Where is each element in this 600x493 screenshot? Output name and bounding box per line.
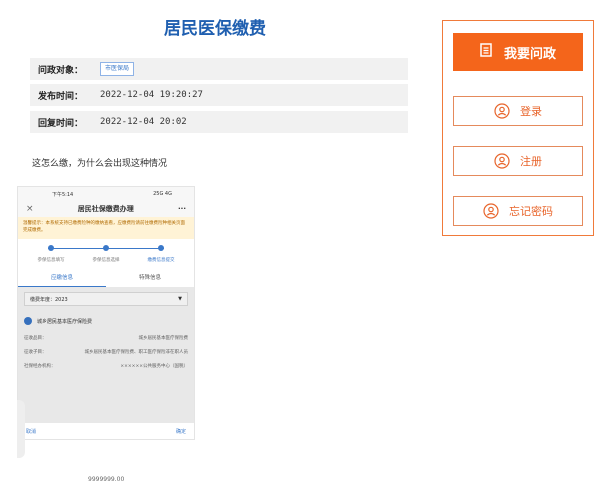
- phone-tab-special: 特殊信息: [138, 275, 161, 281]
- phone-kv-value: ××××××公共服务中心（国税）: [120, 364, 188, 369]
- chevron-down-icon: ▼: [178, 296, 182, 302]
- step-label-1: 参保信息填写: [37, 258, 65, 263]
- phone-kv-row: 征收品目： 城乡居民基本医疗保险费: [18, 331, 194, 345]
- step-label-2: 参保信息选择: [92, 258, 120, 263]
- user-panel: 我要问政 登录 注册 忘记密码: [442, 20, 594, 236]
- more-icon: ···: [178, 205, 186, 213]
- phone-status-time: 下午5:14: [52, 191, 74, 198]
- phone-year-label: 缴费年度：2023: [30, 296, 68, 303]
- ask-question-label: 我要问政: [503, 46, 556, 62]
- phone-nav-title: 居民社保缴费办理: [77, 205, 134, 213]
- amount-text: 9999999.00: [88, 476, 125, 483]
- info-row-target: 问政对象： 市医保局: [30, 58, 408, 80]
- phone-status-bar: 下午5:14 25G 4G: [18, 187, 194, 201]
- login-button[interactable]: 登录: [453, 96, 583, 126]
- phone-cancel: 取消: [26, 428, 37, 435]
- question-text: 这怎么缴，为什么会出现这种情况: [32, 159, 168, 169]
- user-icon: [483, 203, 499, 219]
- replied-label: 回复时间：: [38, 118, 84, 129]
- side-tab-handle[interactable]: [17, 400, 25, 458]
- target-label: 问政对象：: [38, 65, 84, 76]
- info-row-replied: 回复时间： 2022-12-04 20:02: [30, 111, 408, 133]
- login-label: 登录: [520, 105, 542, 118]
- phone-tabs: 应缴信息 特殊信息: [18, 269, 194, 287]
- check-circle-icon: [24, 317, 32, 325]
- forgot-password-button[interactable]: 忘记密码: [453, 196, 583, 226]
- document-icon: [480, 43, 492, 61]
- phone-tab-due: 应缴信息: [18, 269, 106, 287]
- info-row-published: 发布时间： 2022-12-04 19:20:27: [30, 84, 408, 106]
- phone-kv-value: 城乡居民基本医疗保险费: [138, 336, 189, 341]
- phone-year-select: 缴费年度：2023 ▼: [24, 292, 188, 306]
- published-label: 发布时间：: [38, 91, 84, 102]
- phone-insurance-item: 城乡居民基本医疗保险费: [18, 311, 194, 331]
- user-icon: [494, 153, 510, 169]
- attached-screenshot[interactable]: 下午5:14 25G 4G × 居民社保缴费办理 ··· 温馨提示：本系统支持已…: [17, 186, 195, 440]
- page-title: 居民医保缴费: [164, 19, 266, 39]
- close-icon: ×: [26, 204, 34, 214]
- phone-kv-key: 征收品目：: [24, 336, 47, 341]
- phone-insurance-name: 城乡居民基本医疗保险费: [37, 318, 93, 325]
- phone-action-bar: 取消 确定: [18, 423, 194, 439]
- ask-question-button[interactable]: 我要问政: [453, 33, 583, 71]
- forgot-password-label: 忘记密码: [509, 205, 553, 218]
- phone-nav-bar: × 居民社保缴费办理 ···: [18, 201, 194, 217]
- step-dot-3: [158, 245, 164, 251]
- phone-status-right: 25G 4G: [153, 191, 172, 197]
- phone-steps: 参保信息填写 参保信息选择 缴费信息提交: [18, 239, 194, 269]
- phone-confirm: 确定: [175, 428, 186, 435]
- register-label: 注册: [520, 155, 542, 168]
- replied-value: 2022-12-04 20:02: [100, 117, 187, 127]
- published-value: 2022-12-04 19:20:27: [100, 90, 203, 100]
- user-icon: [494, 103, 510, 119]
- phone-kv-row: 征收子目： 城乡居民基本医疗保险费、职工医疗保险非在职人员: [18, 345, 194, 359]
- step-label-3: 缴费信息提交: [147, 258, 175, 263]
- phone-kv-value: 城乡居民基本医疗保险费、职工医疗保险非在职人员: [84, 350, 189, 355]
- phone-kv-key: 社保经办机构：: [24, 364, 56, 369]
- phone-kv-row: 社保经办机构： ××××××公共服务中心（国税）: [18, 359, 194, 373]
- phone-kv-key: 征收子目：: [24, 350, 47, 355]
- register-button[interactable]: 注册: [453, 146, 583, 176]
- phone-notice: 温馨提示：本系统支持已缴费险种的缴纳查看，应缴费险请前往缴费险种相关页面完成缴费…: [18, 217, 194, 239]
- target-tag[interactable]: 市医保局: [100, 62, 135, 76]
- step-dot-1: [48, 245, 54, 251]
- step-dot-2: [103, 245, 109, 251]
